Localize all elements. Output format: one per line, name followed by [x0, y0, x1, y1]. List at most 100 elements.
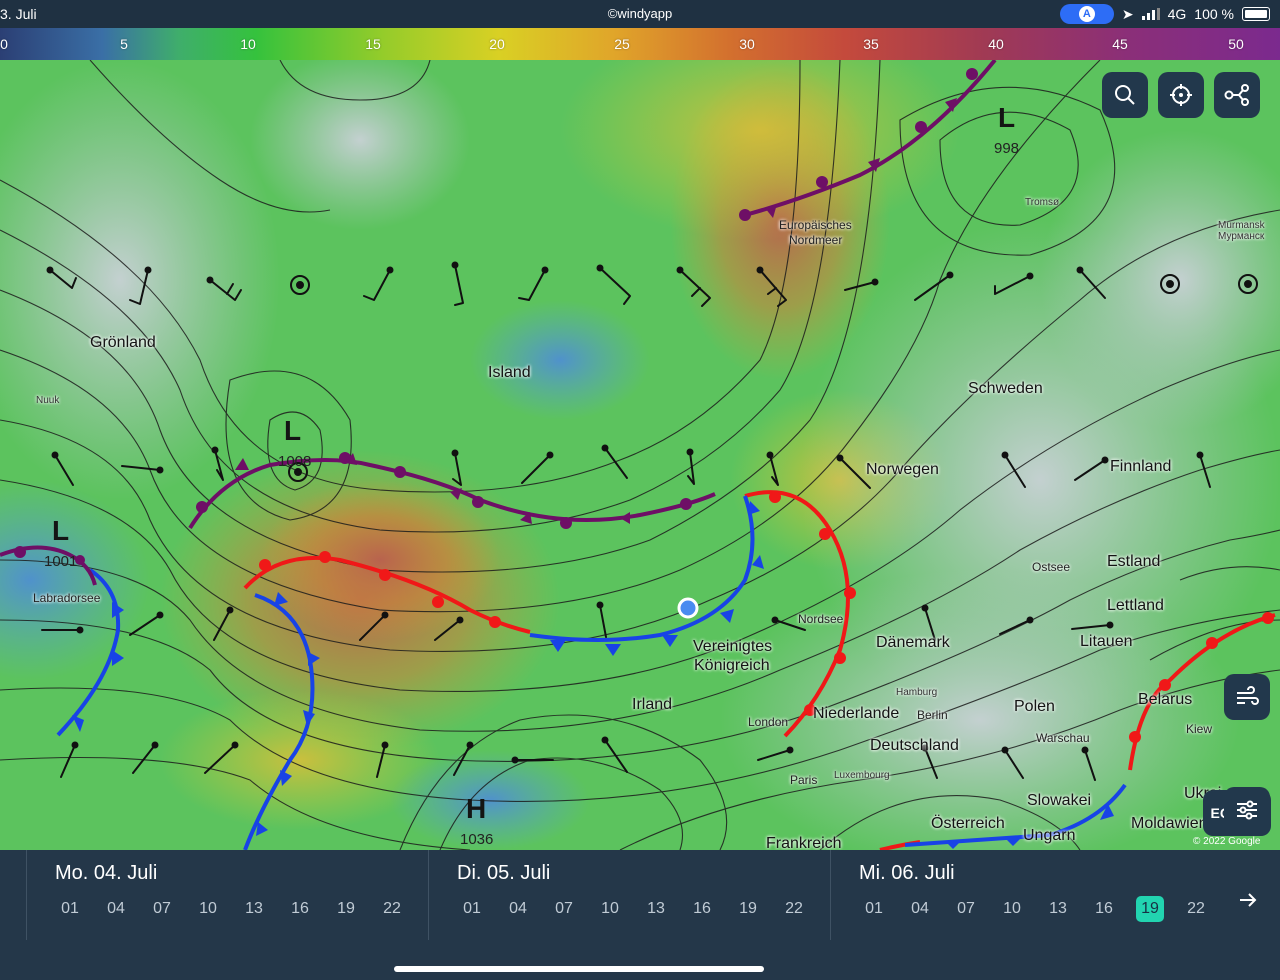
- location-arrow-icon: A: [1078, 6, 1095, 22]
- hour-option[interactable]: 07: [139, 896, 185, 922]
- next-day-button[interactable]: [1232, 888, 1264, 912]
- country-label: Moldawien: [1131, 815, 1208, 832]
- day-title: Di. 05. Juli: [457, 862, 551, 884]
- battery-percent: 100 %: [1194, 6, 1234, 22]
- country-label: Polen: [1014, 698, 1055, 715]
- city-label: Kiew: [1186, 722, 1213, 736]
- wind-speed-scale: 0 5 10 15 20 25 30 35 40 45 50: [0, 28, 1280, 60]
- scale-label: 50: [1228, 36, 1244, 52]
- user-location-marker: [677, 597, 699, 619]
- hour-option[interactable]: 13: [633, 896, 679, 922]
- city-label: Tromsø: [1025, 197, 1060, 208]
- city-label: Warschau: [1036, 731, 1090, 745]
- sea-label: Nordsee: [798, 612, 844, 626]
- country-label: Estland: [1107, 553, 1161, 570]
- wind-icon: [1237, 686, 1259, 705]
- hour-option[interactable]: 16: [679, 896, 725, 922]
- scale-label: 45: [1112, 36, 1128, 52]
- pressure-value: 1036: [460, 831, 494, 848]
- pressure-value: 1001: [44, 553, 78, 570]
- home-indicator[interactable]: [394, 966, 764, 972]
- location-active-pill: A: [1059, 4, 1114, 24]
- route-icon: [1224, 84, 1249, 106]
- hour-option[interactable]: 13: [231, 896, 277, 922]
- high-pressure-letter: H: [466, 793, 487, 824]
- country-label: Slowakei: [1027, 792, 1092, 809]
- hour-option[interactable]: 04: [495, 896, 541, 922]
- hour-option[interactable]: 01: [449, 896, 495, 922]
- pressure-value: 1008: [278, 453, 312, 470]
- country-label: Königreich: [694, 657, 770, 674]
- country-label: Finnland: [1110, 458, 1172, 475]
- low-pressure-letter: L: [284, 415, 302, 446]
- hour-option[interactable]: 19: [725, 896, 771, 922]
- country-label: Grönland: [90, 334, 156, 351]
- hour-option[interactable]: 22: [771, 896, 817, 922]
- country-label: Deutschland: [870, 737, 959, 754]
- hour-option[interactable]: 13: [1035, 896, 1081, 922]
- scale-label: 5: [120, 36, 128, 52]
- country-label: Irland: [632, 696, 673, 713]
- sea-label: Nordmeer: [789, 233, 843, 247]
- scale-label: 25: [614, 36, 630, 52]
- search-button[interactable]: [1102, 72, 1148, 118]
- hour-option[interactable]: 16: [1081, 896, 1127, 922]
- country-label: Litauen: [1080, 633, 1133, 650]
- network-type: 4G: [1167, 6, 1187, 22]
- country-label: Belarus: [1138, 691, 1193, 708]
- scale-label: 30: [739, 36, 755, 52]
- hour-option-selected[interactable]: 19: [1136, 896, 1164, 922]
- city-label: Paris: [790, 773, 818, 787]
- low-pressure-letter: L: [52, 515, 70, 546]
- day-title: Mi. 06. Juli: [859, 862, 955, 884]
- arrow-right-icon: [1240, 893, 1257, 907]
- scale-label: 10: [240, 36, 256, 52]
- hour-option[interactable]: 07: [943, 896, 989, 922]
- hour-option[interactable]: 10: [989, 896, 1035, 922]
- country-label: Niederlande: [813, 705, 900, 722]
- hour-option[interactable]: 22: [1173, 896, 1219, 922]
- hour-option[interactable]: 04: [93, 896, 139, 922]
- sea-label: Ostsee: [1032, 560, 1071, 574]
- timeline-day: Mi. 06. Juli 01 04 07 10 13 16 19 22: [830, 850, 1231, 940]
- timeline-bar: Mo. 04. Juli 01 04 07 10 13 16 19 22 Di.…: [0, 850, 1280, 942]
- crosshair-icon: [1170, 84, 1192, 106]
- timeline-day: Di. 05. Juli 01 04 07 10 13 16 19 22: [428, 850, 829, 940]
- weather-map[interactable]: L 998 L 1001 L 1008 H 1036 Grönland Isla…: [0, 60, 1280, 850]
- day-title: Mo. 04. Juli: [55, 862, 158, 884]
- hour-option[interactable]: 10: [185, 896, 231, 922]
- route-button[interactable]: [1214, 72, 1260, 118]
- pressure-value: 998: [994, 140, 1020, 157]
- hour-option[interactable]: 10: [587, 896, 633, 922]
- country-label: Dänemark: [876, 634, 950, 651]
- sliders-icon: [1237, 800, 1257, 820]
- hour-option[interactable]: 22: [369, 896, 415, 922]
- status-bar: 3. Juli ©windyapp A ➤ 4G 100 %: [0, 0, 1280, 28]
- map-attribution: © 2022 Google: [1193, 836, 1261, 847]
- hour-option[interactable]: 07: [541, 896, 587, 922]
- timeline-day: Mo. 04. Juli 01 04 07 10 13 16 19 22: [26, 850, 427, 940]
- wind-layer-button[interactable]: [1224, 674, 1270, 720]
- hour-option[interactable]: 01: [851, 896, 897, 922]
- scale-label: 35: [863, 36, 879, 52]
- scale-label: 0: [0, 36, 8, 52]
- battery-icon: [1242, 7, 1270, 21]
- country-label: Schweden: [968, 380, 1043, 397]
- city-label: Nuuk: [36, 395, 60, 406]
- hour-option[interactable]: 01: [47, 896, 93, 922]
- hour-option[interactable]: 19: [323, 896, 369, 922]
- country-label: Ungarn: [1023, 827, 1076, 844]
- country-label: Island: [488, 364, 531, 381]
- sea-label: Europäisches: [779, 218, 852, 232]
- country-label: Lettland: [1107, 597, 1164, 614]
- city-label: Berlin: [917, 708, 948, 722]
- scale-label: 40: [988, 36, 1004, 52]
- hour-option[interactable]: 16: [277, 896, 323, 922]
- my-location-button[interactable]: [1158, 72, 1204, 118]
- sea-label: Labradorsee: [33, 591, 101, 605]
- city-label: Hamburg: [896, 687, 938, 698]
- hour-option[interactable]: 04: [897, 896, 943, 922]
- filter-settings-button[interactable]: [1224, 787, 1270, 833]
- country-label: Österreich: [931, 815, 1005, 832]
- scale-label: 15: [365, 36, 381, 52]
